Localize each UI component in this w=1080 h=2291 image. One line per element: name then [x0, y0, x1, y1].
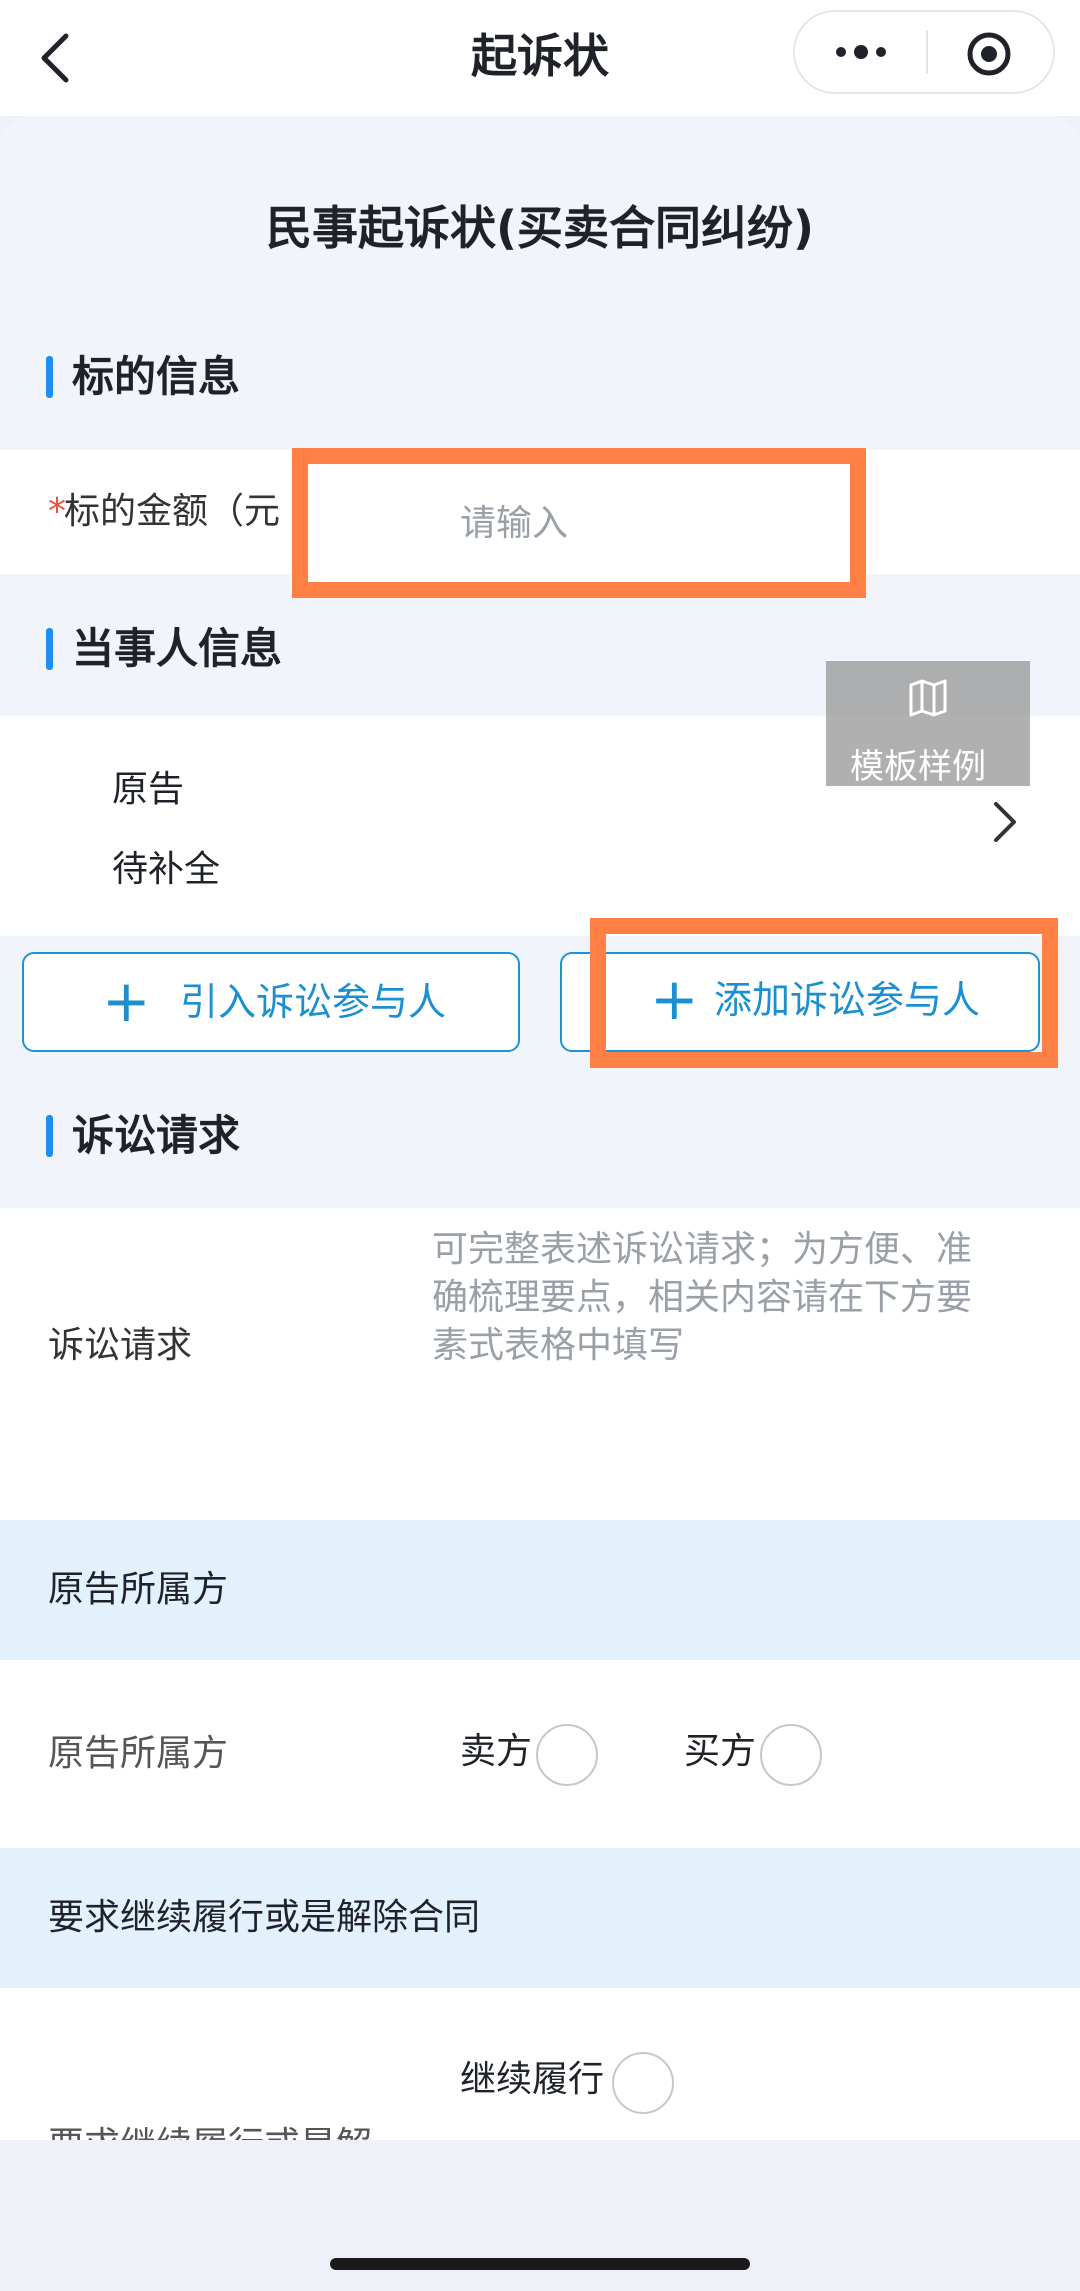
section-title-party: 当事人信息	[72, 624, 283, 673]
navigation-bar: 起诉状	[0, 0, 1080, 116]
plaintiff-side-band-title: 原告所属方	[48, 1569, 229, 1610]
import-participant-button[interactable]: + 引入诉讼参与人	[22, 952, 520, 1052]
map-icon	[909, 679, 947, 717]
claims-placeholder-line: 素式表格中填写	[432, 1325, 685, 1366]
claims-label: 诉讼请求	[48, 1325, 193, 1366]
contract-choice-row: 继续履行 要求继续履行或是解	[0, 1988, 1080, 2140]
capsule-divider	[926, 30, 928, 74]
form-panel: 民事起诉状(买卖合同纠纷) 标的信息 * 标的金额（元 请输入 当事人信息 原告…	[0, 116, 1080, 2140]
template-example-button[interactable]: 模板样例	[826, 661, 1030, 786]
add-participant-button[interactable]: + 添加诉讼参与人	[590, 918, 1058, 1068]
section-title-claims: 诉讼请求	[72, 1111, 241, 1160]
claims-placeholder-line: 确梳理要点，相关内容请在下方要	[432, 1277, 973, 1318]
template-example-label: 模板样例	[850, 747, 986, 786]
chevron-right-icon[interactable]	[990, 798, 1020, 846]
amount-input[interactable]: 请输入	[460, 500, 568, 548]
add-participant-label: 添加诉讼参与人	[714, 978, 981, 1022]
claims-row: 诉讼请求 可完整表述诉讼请求；为方便、准 确梳理要点，相关内容请在下方要 素式表…	[0, 1208, 1080, 1520]
seller-radio[interactable]	[536, 1724, 598, 1786]
continue-option-label: 继续履行	[460, 2059, 605, 2100]
section-accent-bar	[46, 356, 53, 398]
party-status: 待补全	[112, 849, 221, 890]
contract-choice-label: 要求继续履行或是解	[48, 2122, 372, 2140]
party-role: 原告	[112, 769, 185, 810]
contract-choice-band: 要求继续履行或是解除合同	[0, 1848, 1080, 1988]
mini-program-capsule	[793, 10, 1055, 94]
amount-input-highlight[interactable]: 请输入	[292, 448, 866, 598]
form-title: 民事起诉状(买卖合同纠纷)	[265, 201, 815, 255]
plus-icon: +	[650, 965, 699, 1033]
section-accent-bar	[46, 1115, 53, 1157]
claims-placeholder-line: 可完整表述诉讼请求；为方便、准	[432, 1229, 973, 1270]
amount-label: 标的金额（元	[64, 491, 281, 532]
more-dots-icon[interactable]	[833, 36, 889, 68]
buyer-option-label: 买方	[684, 1731, 757, 1772]
plus-icon: +	[102, 967, 151, 1035]
plaintiff-side-band: 原告所属方	[0, 1520, 1080, 1660]
claims-textarea[interactable]: 可完整表述诉讼请求；为方便、准 确梳理要点，相关内容请在下方要 素式表格中填写	[432, 1226, 1052, 1370]
section-title-subject: 标的信息	[72, 352, 241, 401]
close-target-icon[interactable]	[965, 30, 1013, 78]
plaintiff-side-row: 原告所属方 卖方 买方	[0, 1660, 1080, 1848]
continue-radio[interactable]	[612, 2052, 674, 2114]
buyer-radio[interactable]	[760, 1724, 822, 1786]
import-participant-label: 引入诉讼参与人	[180, 980, 447, 1024]
section-accent-bar	[46, 628, 53, 670]
contract-choice-band-title: 要求继续履行或是解除合同	[48, 1897, 481, 1938]
home-indicator	[330, 2258, 750, 2270]
seller-option-label: 卖方	[460, 1731, 533, 1772]
plaintiff-side-label: 原告所属方	[48, 1733, 229, 1774]
